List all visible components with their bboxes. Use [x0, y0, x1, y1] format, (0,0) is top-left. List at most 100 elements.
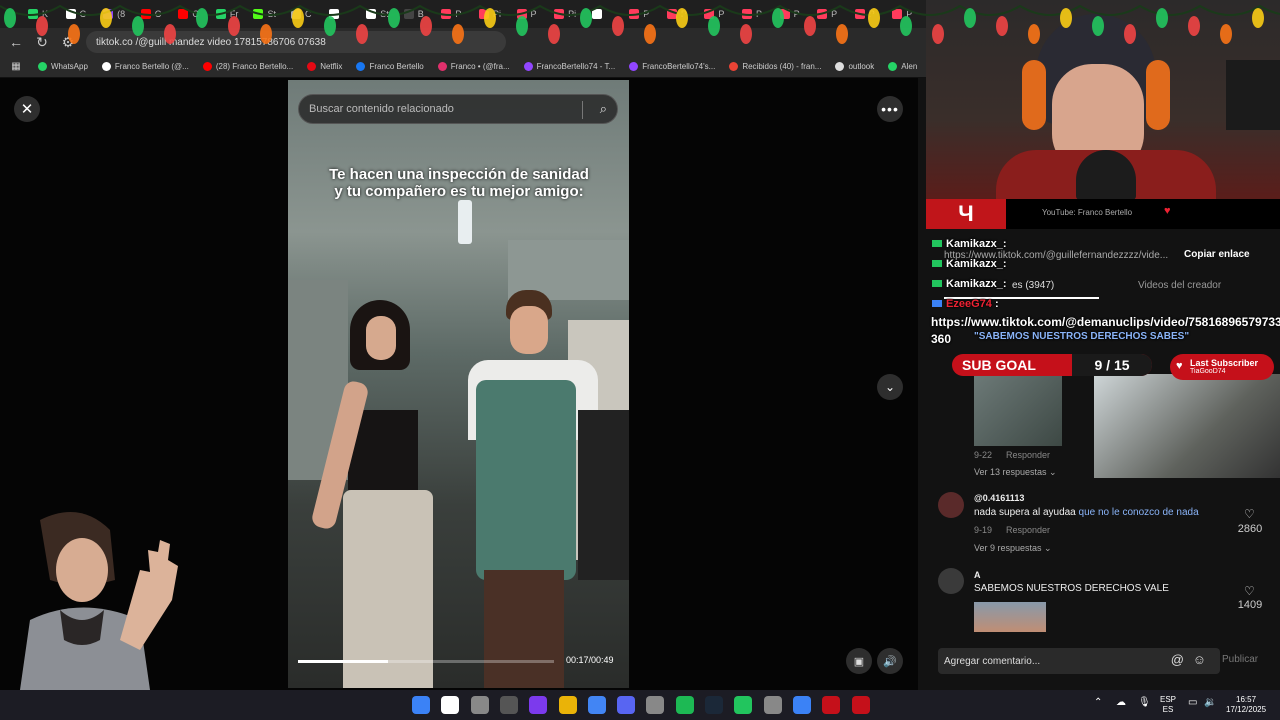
next-video-icon[interactable]: ⌄ [877, 374, 903, 400]
bookmark-item[interactable]: Alen [888, 62, 917, 71]
copy-link-button[interactable]: Copiar enlace [1184, 249, 1250, 260]
tab-favicon-icon [629, 9, 640, 19]
publish-button[interactable]: Publicar [1222, 654, 1258, 665]
tray-network-icon[interactable]: ☁ [1116, 698, 1126, 708]
task-view-icon[interactable] [470, 696, 489, 714]
emoji-icon[interactable]: ☺ [1193, 652, 1206, 667]
add-comment-input[interactable]: Agregar comentario... @ ☺ [938, 648, 1220, 674]
tab-label: C [79, 9, 87, 19]
bookmark-item[interactable]: Franco Bertello [356, 62, 424, 71]
reply-button[interactable]: Responder [1006, 450, 1050, 460]
bookmark-item[interactable]: Franco • (@fra... [437, 62, 510, 71]
picture-in-picture-icon[interactable]: ▣ [846, 648, 872, 674]
bookmark-item[interactable]: Franco Bertello (@... [101, 62, 189, 71]
browser-tab[interactable]: B [403, 3, 438, 25]
close-icon[interactable]: ✕ [14, 96, 40, 122]
spotify-icon[interactable] [675, 696, 694, 714]
start-icon[interactable] [412, 696, 430, 714]
sub-goal-widget: SUB GOAL 9 / 15 [952, 354, 1152, 376]
search-icon[interactable] [441, 696, 460, 714]
widgets-icon[interactable] [499, 696, 518, 714]
comment-text-link[interactable]: que no le conozco de nada [1079, 507, 1199, 518]
tab-comments[interactable]: es (3947) [1012, 280, 1054, 291]
volume-icon[interactable]: 🔊 [877, 648, 903, 674]
app-icon[interactable] [822, 696, 841, 714]
address-bar-row: ← ↻ ⚙ tiktok.co /@guill mandez video 178… [0, 28, 926, 56]
view-replies-button[interactable]: Ver 13 respuestas ⌄ [974, 467, 1057, 478]
browser-tab[interactable]: Fr [215, 3, 250, 25]
discord-icon[interactable] [617, 696, 636, 714]
comment-image[interactable] [1094, 374, 1280, 478]
bookmark-item[interactable]: Recibidos (40) - fran... [729, 62, 821, 71]
video-progress-bar[interactable] [298, 660, 554, 663]
app-icon[interactable] [734, 696, 753, 714]
heart-icon[interactable]: ♡ [1244, 584, 1255, 598]
sub-goal-count: 9 / 15 [1072, 354, 1152, 376]
bookmark-item[interactable]: WhatsApp [38, 62, 88, 71]
browser-tab[interactable]: P [516, 3, 551, 25]
tab-favicon-icon [478, 9, 489, 19]
bookmark-item[interactable]: FrancoBertello74's... [629, 62, 715, 71]
tab-creator-videos[interactable]: Videos del creador [1138, 280, 1221, 291]
view-replies-button[interactable]: Ver 9 respuestas ⌄ [974, 543, 1052, 554]
microphone-icon[interactable]: 🎙 [1138, 698, 1151, 708]
browser-tab[interactable]: Pi [478, 3, 513, 25]
bookmark-item[interactable]: Netflix [307, 62, 342, 71]
app-icon[interactable] [529, 696, 548, 714]
file-explorer-icon[interactable] [558, 696, 577, 714]
browser-tab[interactable]: P [704, 3, 738, 25]
comment-username[interactable]: @0.4161113 [974, 493, 1024, 503]
app-icon[interactable] [792, 696, 811, 714]
browser-tab[interactable]: P [441, 3, 475, 25]
back-icon[interactable]: ← [8, 34, 24, 50]
browser-tab[interactable]: Pi [554, 3, 588, 25]
browser-tab[interactable]: K [28, 3, 62, 25]
url-field[interactable]: tiktok.co /@guill mandez video 178157867… [86, 31, 506, 53]
app-icon[interactable] [646, 696, 665, 714]
browser-tab[interactable]: (8 [103, 3, 137, 25]
related-search-input[interactable]: Buscar contenido relacionado ⌕ [298, 94, 618, 124]
reload-icon[interactable]: ↻ [34, 34, 50, 51]
apps-grid-icon[interactable]: ▦ [8, 61, 24, 72]
browser-tab[interactable] [591, 3, 626, 25]
chrome-icon[interactable] [587, 696, 606, 714]
browser-tab[interactable]: P [629, 3, 663, 25]
comment-image[interactable] [974, 374, 1062, 446]
app-icon[interactable] [851, 696, 870, 714]
more-options-icon[interactable]: ••• [877, 96, 903, 122]
browser-tab[interactable]: P [817, 3, 851, 25]
browser-tab[interactable]: C [291, 3, 325, 25]
tray-chevron-icon[interactable]: ⌃ [1094, 698, 1102, 708]
browser-tab[interactable]: P [854, 3, 889, 25]
app-icon[interactable] [763, 696, 782, 714]
comment-image[interactable] [974, 602, 1046, 632]
comment-text: SABEMOS NUESTROS DERECHOS VALE [974, 583, 1169, 594]
chat-message: https://www.tiktok.com/@demanuclips/vide… [931, 315, 1280, 329]
mention-icon[interactable]: @ [1171, 652, 1184, 667]
heart-icon[interactable]: ♡ [1244, 507, 1255, 521]
browser-tab[interactable] [328, 3, 363, 25]
avatar[interactable] [938, 492, 964, 518]
bookmark-item[interactable]: FrancoBertello74 - T... [523, 62, 615, 71]
browser-tab[interactable]: St [253, 3, 287, 25]
bookmark-item[interactable]: outlook [835, 62, 874, 71]
bookmark-item[interactable]: (28) Franco Bertello... [202, 62, 293, 71]
speaker-icon[interactable]: 🔉 [1204, 698, 1216, 708]
browser-tab[interactable]: C [65, 3, 100, 25]
browser-tab[interactable]: St [366, 3, 400, 25]
browser-tab[interactable]: C [178, 3, 212, 25]
site-info-icon[interactable]: ⚙ [60, 34, 76, 51]
clock[interactable]: 16:57 17/12/2025 [1226, 695, 1266, 715]
language-indicator[interactable]: ESP ES [1160, 695, 1176, 715]
browser-tab[interactable]: P [892, 3, 926, 25]
comment-username[interactable]: A [974, 570, 981, 580]
browser-tab[interactable]: P [741, 3, 776, 25]
browser-tab[interactable]: C [140, 3, 175, 25]
steam-icon[interactable] [705, 696, 723, 714]
browser-tab[interactable]: P [779, 3, 814, 25]
reply-button[interactable]: Responder [1006, 525, 1050, 535]
avatar[interactable] [938, 568, 964, 594]
display-icon[interactable]: ▭ [1188, 698, 1197, 708]
search-icon[interactable]: ⌕ [600, 101, 607, 117]
browser-tab[interactable]: P [666, 3, 701, 25]
